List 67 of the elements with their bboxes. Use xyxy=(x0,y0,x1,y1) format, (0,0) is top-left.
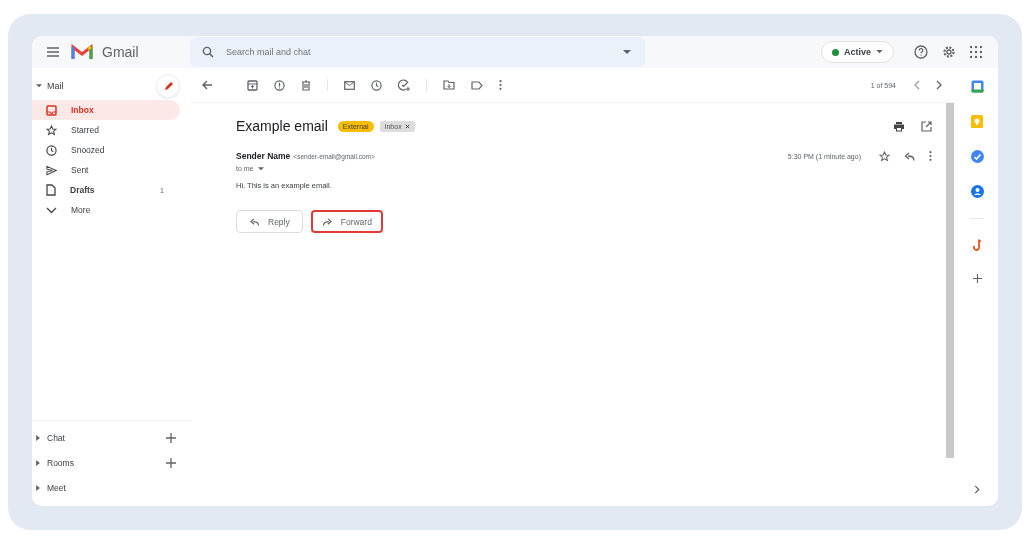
star-icon[interactable] xyxy=(879,150,890,162)
forward-button[interactable]: Forward xyxy=(310,210,383,233)
section-label[interactable]: Meet xyxy=(47,482,176,493)
section-label[interactable]: Rooms xyxy=(47,457,159,468)
scrollbar[interactable] xyxy=(946,103,954,458)
sidebar-item[interactable]: More xyxy=(32,200,180,220)
sidebar-item[interactable]: Inbox xyxy=(32,100,180,120)
close-icon[interactable] xyxy=(404,123,410,129)
expand-caret-icon[interactable] xyxy=(36,459,40,466)
check-circle-icon[interactable] xyxy=(970,150,984,163)
more-vertical-icon[interactable] xyxy=(929,151,932,161)
document-icon xyxy=(46,184,56,196)
clock-icon[interactable] xyxy=(371,79,382,91)
reply-icon[interactable] xyxy=(904,151,915,161)
envelope-icon[interactable] xyxy=(344,80,355,90)
chevron-right-icon[interactable] xyxy=(936,80,942,90)
archive-icon[interactable] xyxy=(247,79,258,91)
open-new-window-icon[interactable] xyxy=(921,120,932,132)
add-icon[interactable] xyxy=(972,274,982,283)
reply-arrow-icon xyxy=(249,217,260,226)
dropdown-caret-icon[interactable] xyxy=(257,166,264,171)
reply-button[interactable]: Reply xyxy=(236,210,303,233)
clock-icon xyxy=(46,144,57,156)
send-icon xyxy=(46,164,57,176)
expand-caret-icon[interactable] xyxy=(36,434,40,441)
expand-caret-icon[interactable] xyxy=(36,484,40,491)
chevron-down-icon xyxy=(46,206,57,214)
alert-icon[interactable] xyxy=(274,79,285,91)
help-icon[interactable] xyxy=(914,45,928,59)
add-icon[interactable] xyxy=(166,432,176,443)
collapse-caret-icon[interactable] xyxy=(36,84,42,88)
more-vertical-icon[interactable] xyxy=(499,80,502,90)
star-icon xyxy=(46,124,57,136)
sidebar-item[interactable]: Snoozed xyxy=(32,140,180,160)
trash-icon[interactable] xyxy=(301,79,311,91)
status-dropdown[interactable]: Active xyxy=(821,41,894,63)
back-arrow-icon[interactable] xyxy=(202,80,213,90)
section-label: Mail xyxy=(47,81,65,91)
compose-button[interactable] xyxy=(156,74,180,98)
calendar-icon[interactable] xyxy=(970,80,984,93)
apps-grid-icon[interactable] xyxy=(970,46,982,58)
section-label[interactable]: Chat xyxy=(47,432,159,443)
add-icon[interactable] xyxy=(166,457,176,468)
email-subject: Example email xyxy=(236,118,328,134)
sidebar-item[interactable]: Starred xyxy=(32,120,180,140)
search-field[interactable]: Search mail and chat xyxy=(224,46,613,58)
forward-arrow-icon xyxy=(321,217,333,226)
add-task-icon[interactable] xyxy=(398,79,410,91)
contacts-icon[interactable] xyxy=(970,185,984,198)
hook-icon[interactable] xyxy=(972,239,982,252)
search-bar[interactable]: Search mail and chat xyxy=(190,37,645,67)
chevron-right-icon[interactable] xyxy=(974,485,980,494)
inbox-icon xyxy=(46,104,57,116)
settings-icon[interactable] xyxy=(942,45,956,59)
chevron-left-icon[interactable] xyxy=(914,80,920,90)
caret-icon xyxy=(876,50,883,54)
sender-name: Sender Name xyxy=(236,151,291,161)
menu-icon[interactable] xyxy=(46,46,60,58)
printer-icon[interactable] xyxy=(893,120,905,132)
dropdown-caret-icon[interactable] xyxy=(623,49,631,55)
sidebar-item[interactable]: Sent xyxy=(32,160,180,180)
label-icon[interactable] xyxy=(471,80,483,90)
pencil-icon xyxy=(162,80,174,92)
app-name: Gmail xyxy=(102,44,139,60)
search-icon xyxy=(202,46,214,58)
envelope-logo-icon xyxy=(71,44,93,60)
folder-icon[interactable] xyxy=(443,80,455,90)
